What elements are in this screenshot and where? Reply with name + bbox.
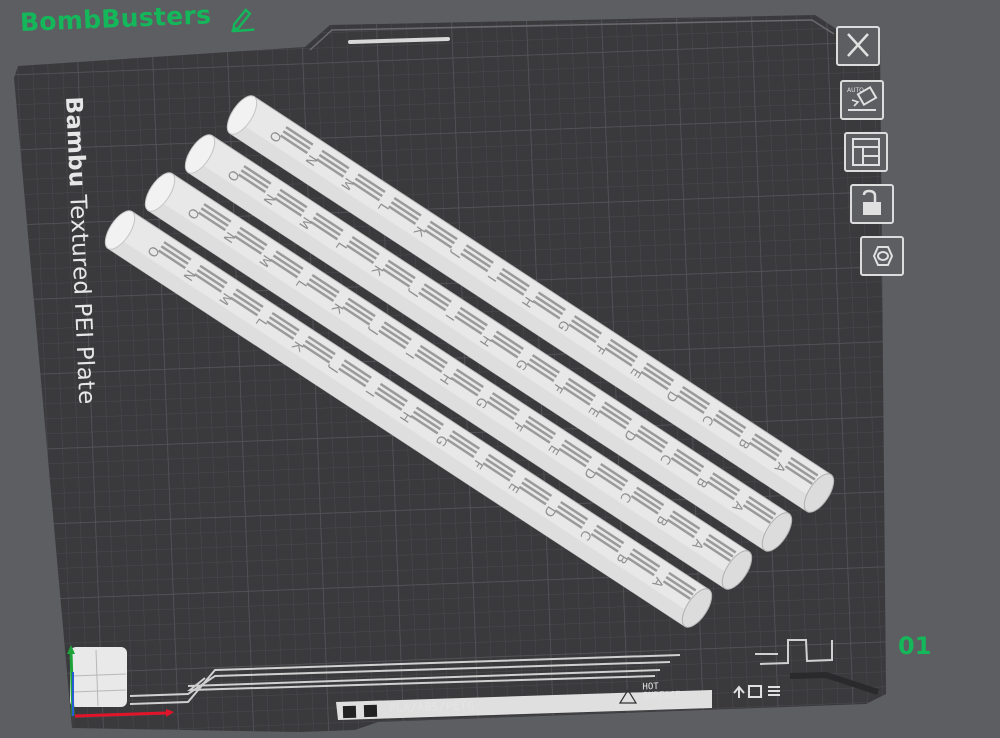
plate-number: 01 xyxy=(898,632,932,660)
plate-brand-text: Bambu xyxy=(60,96,90,188)
material-compat-text: PLA/ABS/PETG xyxy=(388,699,475,715)
close-icon xyxy=(847,33,869,57)
hex-nut-icon xyxy=(872,246,894,266)
settings-button[interactable] xyxy=(860,236,904,276)
auto-orient-icon: AUTO xyxy=(847,85,878,111)
unlock-icon xyxy=(862,189,881,215)
edit-pencil-icon[interactable] xyxy=(228,4,257,33)
hot-surface-text: HOT SURFACE xyxy=(642,682,680,701)
auto-orient-button[interactable]: AUTO xyxy=(840,80,884,120)
lock-button[interactable] xyxy=(850,184,894,224)
close-button[interactable] xyxy=(836,26,880,66)
arrange-icon xyxy=(852,138,880,166)
surface-text: SURFACE xyxy=(642,690,681,702)
arrange-button[interactable] xyxy=(844,132,888,172)
